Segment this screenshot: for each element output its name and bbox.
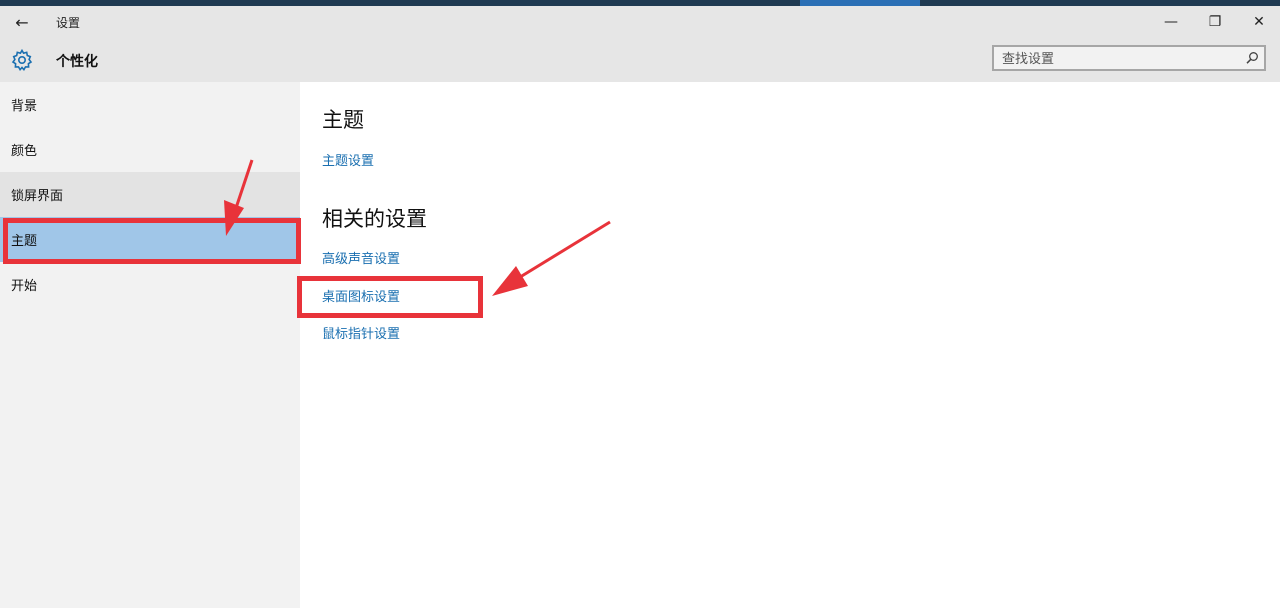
related-settings-heading: 相关的设置 [322,207,427,231]
close-button[interactable]: ✕ [1238,6,1280,38]
close-icon: ✕ [1253,14,1265,30]
gear-icon [11,48,33,71]
main-content: 主题 主题设置 相关的设置 高级声音设置 桌面图标设置 鼠标指针设置 [300,82,1280,608]
settings-window: ← 设置 — ❐ ✕ 个性化 背景 颜色 锁 [0,0,1280,608]
minimize-icon: — [1164,14,1178,30]
minimize-button[interactable]: — [1150,6,1192,38]
restore-icon: ❐ [1208,14,1222,30]
page-header: 个性化 [0,38,1280,82]
sidebar-item-colors[interactable]: 颜色 [0,127,300,172]
advanced-sound-settings-link[interactable]: 高级声音设置 [322,248,400,267]
maximize-button[interactable]: ❐ [1194,6,1236,38]
desktop-icon-settings-link[interactable]: 桌面图标设置 [322,286,400,305]
back-button[interactable]: ← [0,6,44,38]
app-title: 设置 [56,16,81,30]
search-input[interactable] [1002,50,1232,68]
sidebar-item-themes[interactable]: 主题 [0,217,300,262]
search-icon[interactable] [1244,50,1260,66]
theme-settings-link[interactable]: 主题设置 [322,150,374,169]
title-bar: ← 设置 — ❐ ✕ [0,6,1280,38]
theme-heading: 主题 [322,108,364,132]
mouse-pointer-settings-link[interactable]: 鼠标指针设置 [322,323,400,342]
back-arrow-icon: ← [15,12,29,32]
search-box[interactable] [992,45,1266,71]
sidebar-item-start[interactable]: 开始 [0,262,300,307]
sidebar-item-background[interactable]: 背景 [0,82,300,127]
sidebar-item-lock-screen[interactable]: 锁屏界面 [0,172,300,217]
sidebar: 背景 颜色 锁屏界面 主题 开始 [0,82,300,608]
page-title: 个性化 [56,54,98,70]
